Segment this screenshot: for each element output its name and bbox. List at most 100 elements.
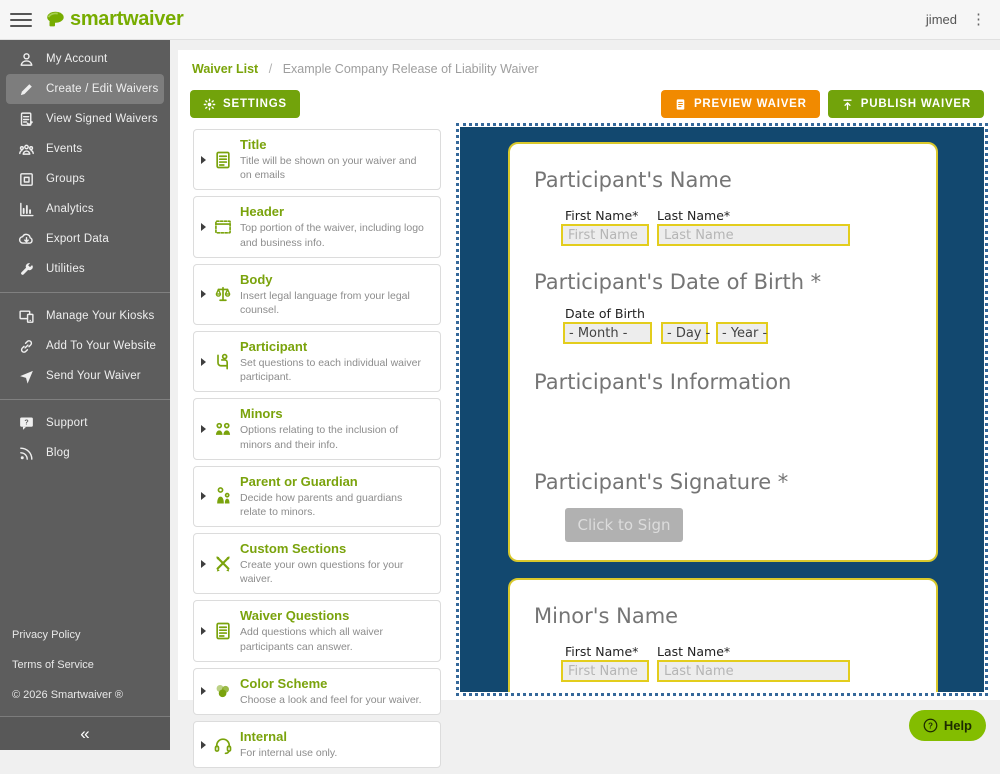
section-title: Body [240, 272, 431, 287]
sidebar-item-analytics[interactable]: Analytics [6, 194, 164, 224]
pencil-icon [6, 81, 46, 98]
sidebar-item-label: Export Data [46, 233, 109, 245]
minor-first-name-input[interactable] [561, 660, 649, 682]
sidebar-item-manage-your-kiosks[interactable]: Manage Your Kiosks [6, 301, 164, 331]
participant-name-heading: Participant's Name [534, 168, 732, 192]
section-description: Options relating to the inclusion of min… [240, 423, 431, 451]
signed-doc-icon [6, 111, 46, 128]
sidebar-item-support[interactable]: ?Support [6, 408, 164, 438]
smartwaiver-logo: smartwaiver [44, 8, 183, 31]
document-lines-icon [212, 621, 234, 641]
account-icon [6, 51, 46, 68]
sidebar-item-view-signed-waivers[interactable]: View Signed Waivers [6, 104, 164, 134]
expand-arrow-icon[interactable] [201, 358, 206, 366]
day-select[interactable]: - Day - [661, 322, 708, 344]
section-card-internal[interactable]: InternalFor internal use only. [193, 721, 441, 768]
section-title: Participant [240, 339, 431, 354]
section-description: Add questions which all waiver participa… [240, 625, 431, 653]
publish-waiver-button[interactable]: PUBLISH WAIVER [828, 90, 984, 118]
expand-arrow-icon[interactable] [201, 741, 206, 749]
participant-card: Participant's Name First Name* Last Name… [508, 142, 938, 562]
kebab-menu-icon[interactable]: ⋮ [971, 12, 986, 27]
section-title: Waiver Questions [240, 608, 431, 623]
minor-last-name-input[interactable] [657, 660, 850, 682]
section-card-custom-sections[interactable]: Custom SectionsCreate your own questions… [193, 533, 441, 594]
sidebar-item-export-data[interactable]: Export Data [6, 224, 164, 254]
expand-arrow-icon[interactable] [201, 560, 206, 568]
expand-arrow-icon[interactable] [201, 492, 206, 500]
sidebar-footer-terms-of-service[interactable]: Terms of Service [12, 650, 170, 680]
sidebar-item-label: Events [46, 143, 82, 155]
preview-waiver-button[interactable]: PREVIEW WAIVER [661, 90, 820, 118]
sidebar-item-label: Analytics [46, 203, 94, 215]
parent-child-icon [212, 486, 234, 506]
sidebar-item-label: Manage Your Kiosks [46, 310, 154, 322]
participant-signature-heading: Participant's Signature * [534, 470, 788, 494]
sidebar-item-label: Add To Your Website [46, 340, 156, 352]
section-card-participant[interactable]: ParticipantSet questions to each individ… [193, 331, 441, 392]
question-circle-icon: ? [923, 718, 938, 733]
kiosk-icon [6, 308, 46, 325]
sidebar-item-events[interactable]: Events [6, 134, 164, 164]
expand-arrow-icon[interactable] [201, 425, 206, 433]
sidebar-footer-2026-smartwaiver: © 2026 Smartwaiver ® [12, 680, 170, 710]
sidebar-item-my-account[interactable]: My Account [6, 44, 164, 74]
breadcrumb-current-page: Example Company Release of Liability Wai… [283, 62, 539, 76]
last-name-input[interactable] [657, 224, 850, 246]
analytics-icon [6, 201, 46, 218]
participant-icon [212, 352, 234, 372]
section-title: Minors [240, 406, 431, 421]
section-card-color-scheme[interactable]: Color SchemeChoose a look and feel for y… [193, 668, 441, 715]
window-header-icon [212, 217, 234, 237]
section-card-minors[interactable]: Minors Options relating to the inclusion … [193, 398, 441, 459]
document-lines-icon [212, 150, 234, 170]
link-icon [6, 338, 46, 355]
sidebar-item-add-to-your-website[interactable]: Add To Your Website [6, 331, 164, 361]
section-card-body[interactable]: BodyInsert legal language from your lega… [193, 264, 441, 325]
participant-info-heading: Participant's Information [534, 370, 791, 394]
sidebar-item-blog[interactable]: Blog [6, 438, 164, 468]
events-icon [6, 141, 46, 158]
expand-arrow-icon[interactable] [201, 223, 206, 231]
section-card-header[interactable]: Header Top portion of the waiver, includi… [193, 196, 441, 257]
section-description: Choose a look and feel for your waiver. [240, 693, 431, 707]
sidebar-item-label: Groups [46, 173, 85, 185]
sidebar-item-label: Create / Edit Waivers [46, 83, 158, 95]
sidebar-footer-privacy-policy[interactable]: Privacy Policy [12, 620, 170, 650]
sidebar-item-label: My Account [46, 53, 107, 65]
section-title: Parent or Guardian [240, 474, 431, 489]
breadcrumb: Waiver List / Example Company Release of… [192, 62, 539, 76]
hamburger-menu-icon[interactable] [10, 13, 32, 27]
breadcrumb-waiver-list-link[interactable]: Waiver List [192, 62, 258, 76]
dob-heading: Participant's Date of Birth * [534, 270, 821, 294]
color-circles-icon [212, 681, 234, 701]
sidebar-divider [0, 292, 170, 293]
section-card-parent-or-guardian[interactable]: Parent or GuardianDecide how parents and… [193, 466, 441, 527]
expand-arrow-icon[interactable] [201, 156, 206, 164]
settings-button[interactable]: SETTINGS [190, 90, 300, 118]
sidebar-item-utilities[interactable]: Utilities [6, 254, 164, 284]
upload-icon [841, 98, 854, 111]
month-select[interactable]: - Month - [563, 322, 652, 344]
sidebar-item-create-edit-waivers[interactable]: Create / Edit Waivers [6, 74, 164, 104]
expand-arrow-icon[interactable] [201, 290, 206, 298]
sidebar-item-label: Support [46, 417, 88, 429]
minor-card: Minor's Name First Name* Last Name* [508, 578, 938, 692]
sidebar-collapse-button[interactable]: « [0, 716, 170, 750]
first-name-input[interactable] [561, 224, 649, 246]
expand-arrow-icon[interactable] [201, 627, 206, 635]
click-to-sign-button[interactable]: Click to Sign [565, 508, 683, 542]
section-title: Header [240, 204, 431, 219]
section-description: Top portion of the waiver, including log… [240, 221, 431, 249]
breadcrumb-separator: / [269, 62, 272, 76]
top-bar: smartwaiver jimed ⋮ [0, 0, 1000, 40]
help-button[interactable]: ? Help [909, 710, 986, 741]
year-select[interactable]: - Year - [716, 322, 768, 344]
section-card-title[interactable]: TitleTitle will be shown on your waiver … [193, 129, 441, 190]
section-card-waiver-questions[interactable]: Waiver Questions Add questions which all … [193, 600, 441, 661]
waiver-preview: Participant's Name First Name* Last Name… [460, 127, 984, 692]
sidebar-divider [0, 399, 170, 400]
sidebar-item-send-your-waiver[interactable]: Send Your Waiver [6, 361, 164, 391]
expand-arrow-icon[interactable] [201, 687, 206, 695]
sidebar-item-groups[interactable]: Groups [6, 164, 164, 194]
